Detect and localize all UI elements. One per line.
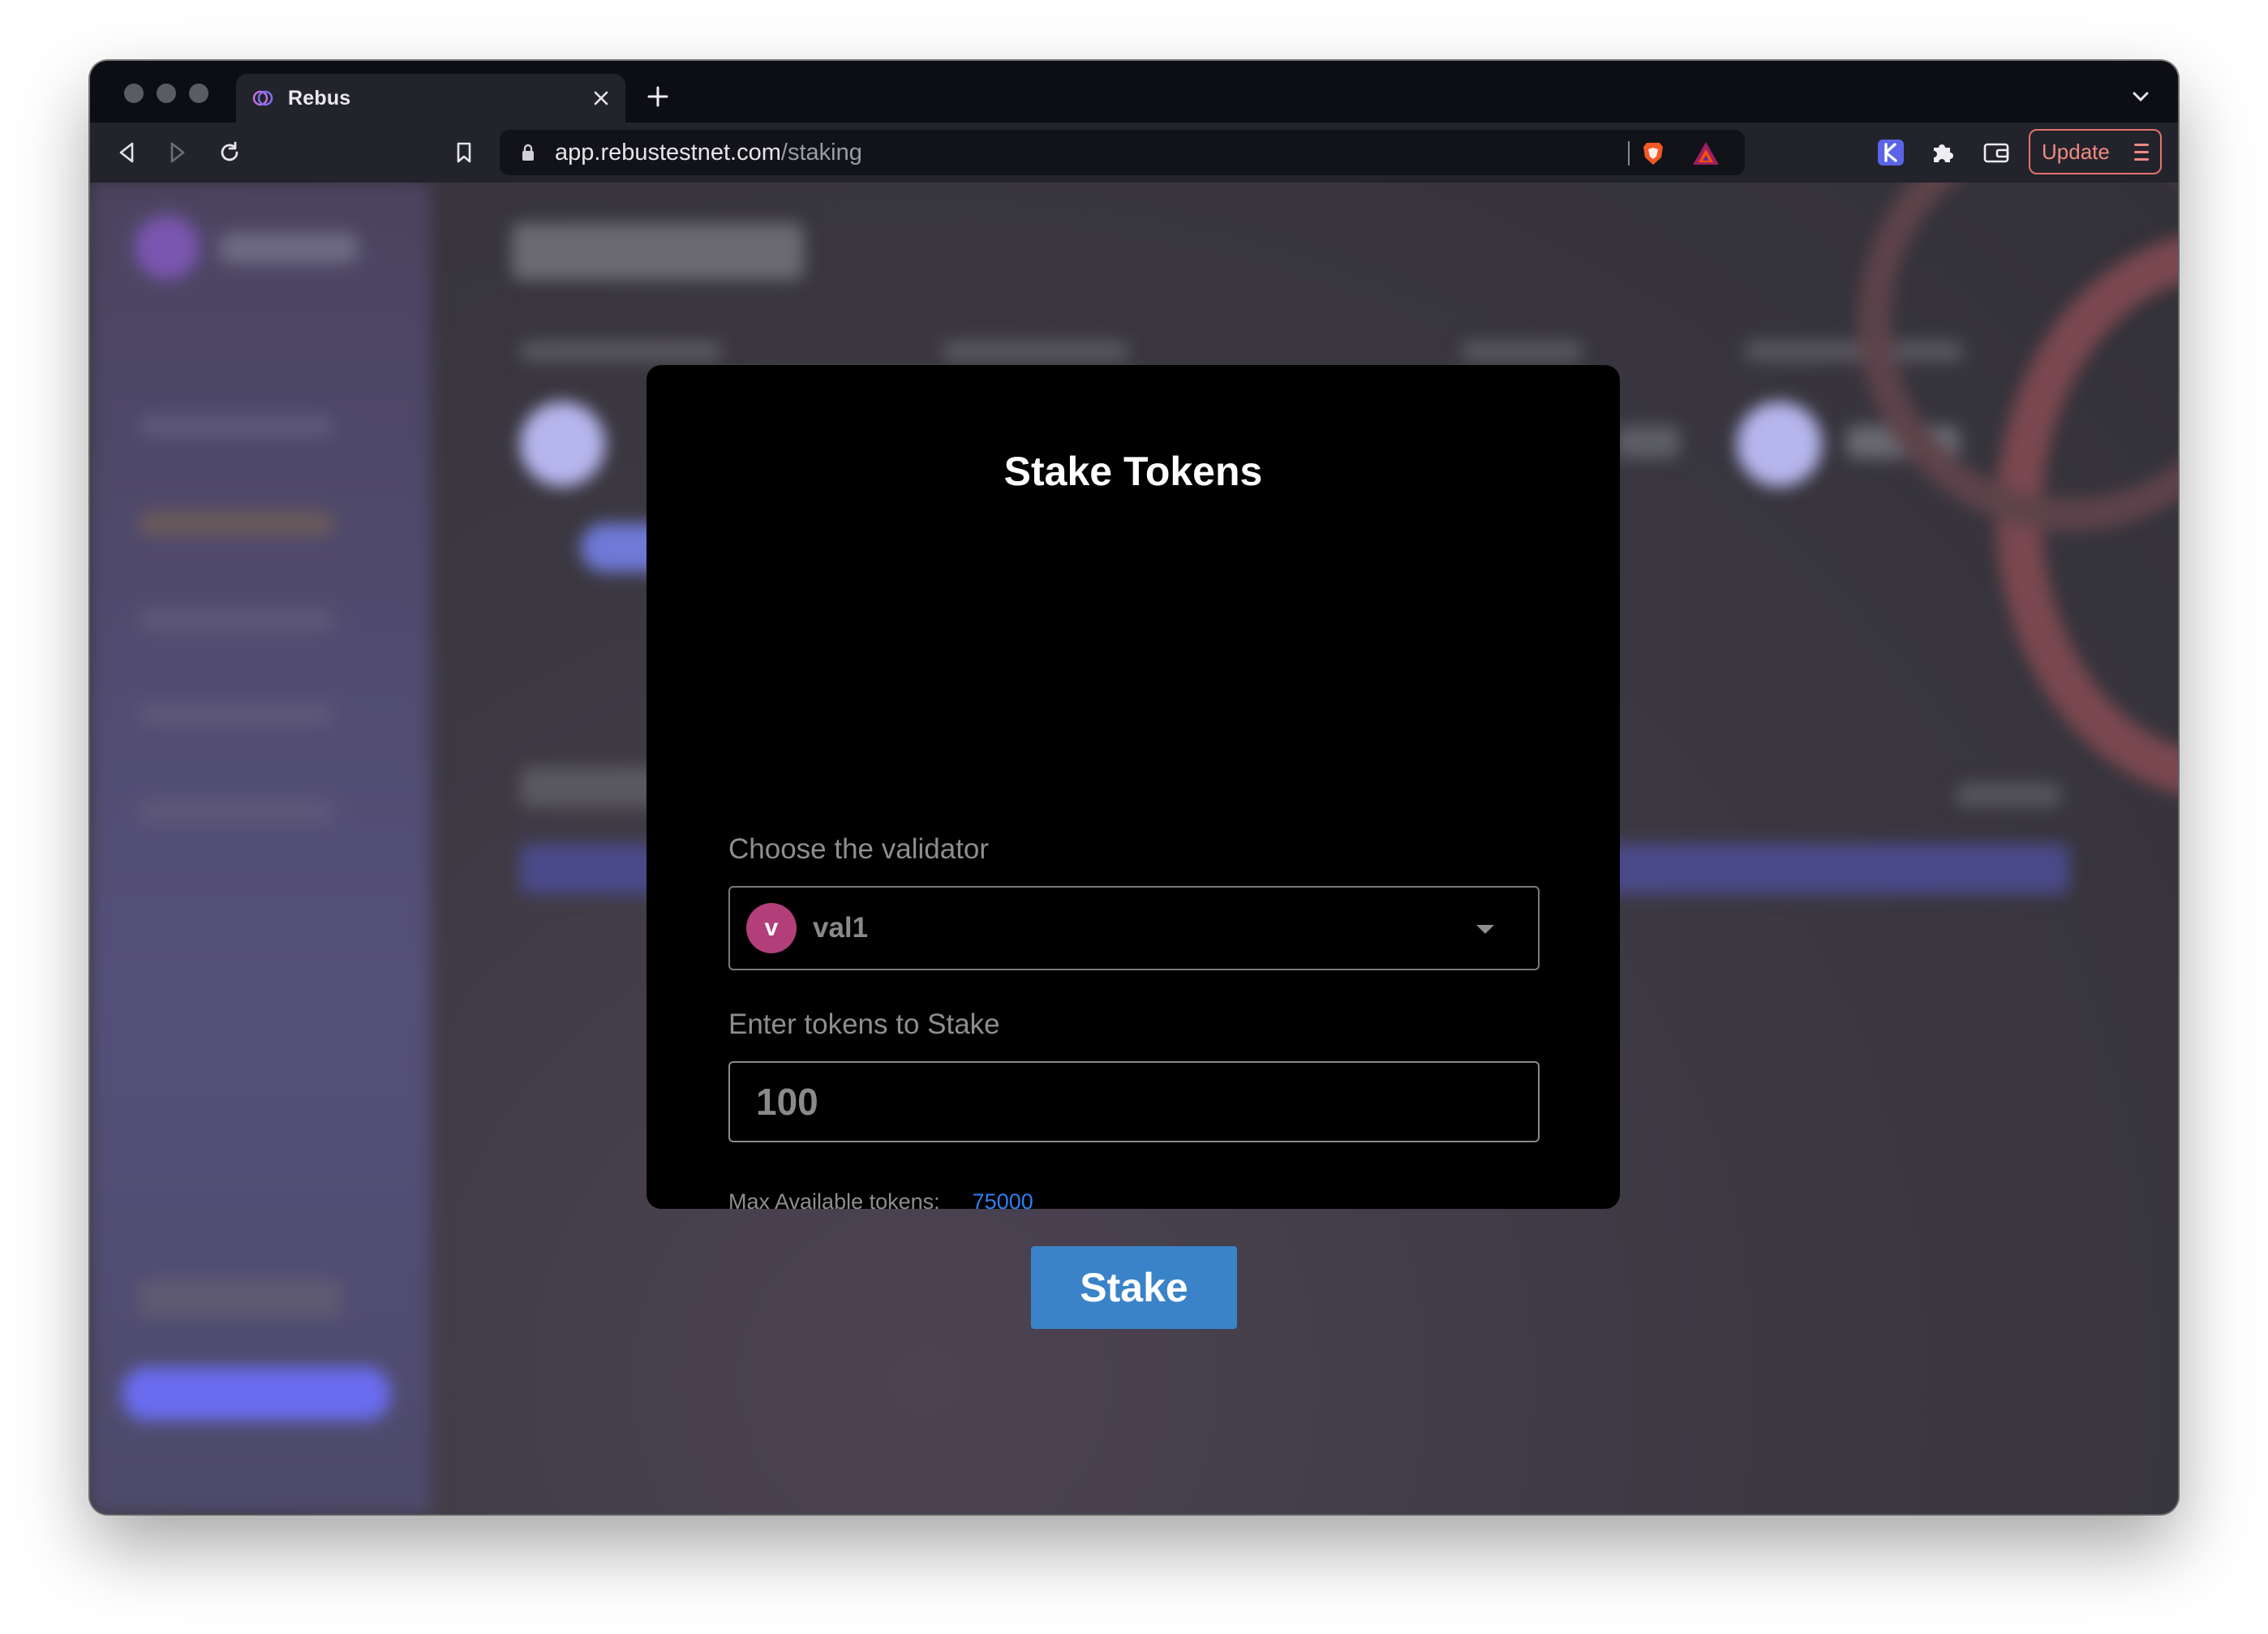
stat-label-blob <box>1461 341 1583 362</box>
url-path: /staking <box>780 139 862 166</box>
address-bar[interactable]: app.rebustestnet.com/staking <box>500 130 1745 175</box>
max-available-row: Max Available tokens: 75000 <box>728 1189 1033 1215</box>
decorative-arc <box>1858 183 2178 531</box>
extensions-puzzle-icon[interactable] <box>1927 136 1959 169</box>
nav-blob <box>139 608 333 633</box>
nav-blob-active <box>139 511 333 535</box>
brave-shields-icon[interactable] <box>1639 140 1667 167</box>
url-domain: app.rebustestnet.com <box>555 139 781 166</box>
account-blob <box>139 1278 341 1318</box>
new-tab-icon[interactable] <box>642 80 674 113</box>
forward-icon[interactable] <box>161 136 194 169</box>
max-available-label: Max Available tokens: <box>728 1189 940 1214</box>
logo-text-blob <box>220 233 358 264</box>
reload-icon[interactable] <box>213 136 246 169</box>
browser-toolbar: app.rebustestnet.com/staking Update <box>90 123 2178 183</box>
value-blob <box>1615 426 1680 458</box>
nav-blob <box>139 702 333 726</box>
tab-strip: Rebus <box>90 61 2178 123</box>
dropdown-caret-icon <box>1476 925 1494 934</box>
keplr-extension-icon[interactable] <box>1875 136 1907 169</box>
nav-blob <box>139 799 333 823</box>
modal-title: Stake Tokens <box>1003 449 1263 494</box>
minimize-window-button[interactable] <box>157 84 176 103</box>
update-label: Update <box>2042 139 2110 164</box>
max-available-value[interactable]: 75000 <box>973 1189 1033 1215</box>
back-icon[interactable] <box>110 136 143 169</box>
maximize-window-button[interactable] <box>189 84 208 103</box>
menu-icon <box>2134 144 2149 166</box>
stat-label-blob <box>520 341 723 362</box>
rebus-logo-icon <box>251 86 275 110</box>
close-window-button[interactable] <box>124 84 144 103</box>
stat-label-blob <box>942 341 1128 362</box>
nav-blob <box>139 414 333 438</box>
window-controls <box>124 84 208 103</box>
url-text: app.rebustestnet.com/staking <box>555 140 862 166</box>
link-blob <box>1956 783 2061 807</box>
tab-rebus[interactable]: Rebus <box>236 74 625 123</box>
update-button[interactable]: Update <box>2029 129 2162 174</box>
logo-blob <box>135 215 200 280</box>
stake-modal: Stake Tokens Choose the validator v val1… <box>646 365 1620 1329</box>
connect-button-blob <box>122 1367 390 1421</box>
token-icon-blob <box>520 402 605 487</box>
validator-avatar: v <box>746 903 797 953</box>
validator-selected-value: val1 <box>813 912 869 944</box>
brave-rewards-icon[interactable] <box>1691 140 1720 167</box>
wallet-icon[interactable] <box>1980 136 2012 169</box>
browser-window: Rebus app.rebustestnet.com/staking Updat… <box>90 61 2178 1514</box>
address-separator <box>1628 141 1630 166</box>
validator-label: Choose the validator <box>728 833 990 865</box>
bookmark-icon[interactable] <box>448 136 480 169</box>
chevron-down-icon[interactable] <box>2126 82 2155 111</box>
heading-blob <box>512 223 804 280</box>
stake-amount-input[interactable] <box>728 1061 1540 1142</box>
tokens-label: Enter tokens to Stake <box>728 1008 1000 1040</box>
tab-title: Rebus <box>288 86 351 110</box>
token-icon-blob <box>1737 402 1822 487</box>
lock-icon <box>518 142 539 163</box>
validator-select[interactable]: v val1 <box>728 886 1540 970</box>
close-tab-icon[interactable] <box>588 85 614 111</box>
stake-button[interactable]: Stake <box>1031 1246 1237 1329</box>
